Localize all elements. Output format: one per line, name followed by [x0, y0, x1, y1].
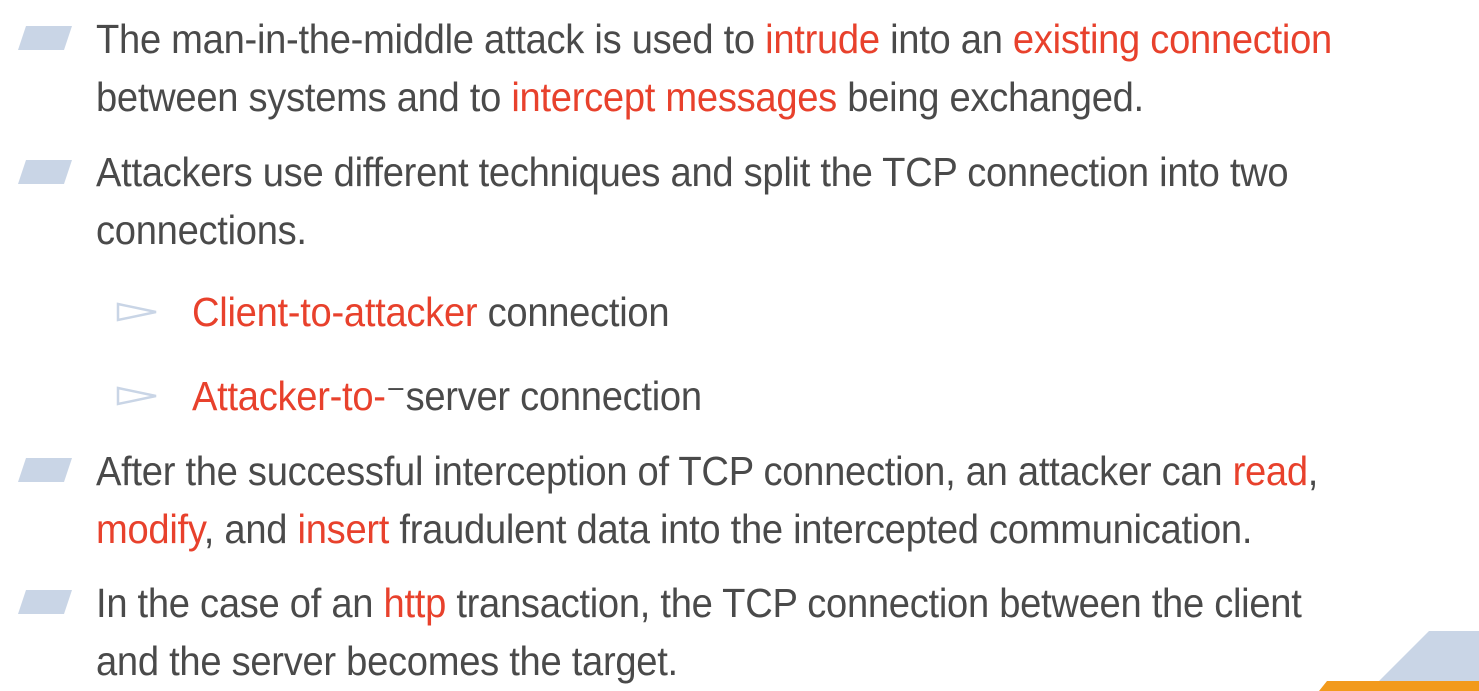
text-run: In the case of an	[96, 580, 384, 626]
slide: The man-in-the-middle attack is used to …	[0, 0, 1479, 691]
bullet-3-text: After the successful interception of TCP…	[96, 442, 1398, 558]
bullet-2-text: Attackers use different techniques and s…	[96, 143, 1398, 259]
parallelogram-bullet-icon	[18, 458, 72, 482]
text-run: Attackers use different techniques and s…	[96, 149, 1289, 195]
text-run: connections.	[96, 207, 307, 253]
sub-item-2-text: Attacker-to-⁻server connection	[192, 367, 702, 425]
highlight-run: intercept messages	[511, 74, 837, 120]
text-run: fraudulent data into the intercepted com…	[389, 506, 1253, 552]
highlight-run: existing connection	[1012, 16, 1332, 62]
bullet-4-line-2: and the server becomes the target.	[96, 632, 1398, 690]
text-run: ⁻server connection	[385, 373, 702, 419]
bullet-3-line-1: After the successful interception of TCP…	[96, 442, 1398, 500]
bullet-3-line-2: modify, and insert fraudulent data into …	[96, 500, 1398, 558]
highlight-run: http	[383, 580, 447, 626]
text-run: connection	[477, 289, 670, 335]
text-run: into an	[879, 16, 1013, 62]
highlight-run: modify	[96, 506, 204, 552]
text-run: between systems and to	[96, 74, 512, 120]
bullet-4-text: In the case of an http transaction, the …	[96, 574, 1398, 690]
bullet-1-line-2: between systems and to intercept message…	[96, 68, 1398, 126]
highlight-run: insert	[297, 506, 390, 552]
bullet-1-text: The man-in-the-middle attack is used to …	[96, 10, 1398, 126]
highlight-run: read	[1232, 448, 1308, 494]
text-run: After the successful interception of TCP…	[96, 448, 1233, 494]
text-run: The man-in-the-middle attack is used to	[96, 16, 766, 62]
bullet-4-line-1: In the case of an http transaction, the …	[96, 574, 1398, 632]
bullet-2-line-1: Attackers use different techniques and s…	[96, 143, 1398, 201]
hollow-arrow-icon	[116, 302, 158, 322]
parallelogram-bullet-icon	[18, 590, 72, 614]
text-run: ,	[1307, 448, 1319, 494]
parallelogram-bullet-icon	[18, 26, 72, 50]
hollow-arrow-icon	[116, 386, 158, 406]
sub-item-1-text: Client-to-attacker connection	[192, 283, 670, 341]
parallelogram-bullet-icon	[18, 160, 72, 184]
text-run: , and	[203, 506, 298, 552]
highlight-run: Attacker-to-	[192, 373, 386, 419]
bullet-2-line-2: connections.	[96, 201, 1398, 259]
text-run: being exchanged.	[836, 74, 1144, 120]
text-run: transaction, the TCP connection between …	[445, 580, 1302, 626]
highlight-run: Client-to-attacker	[192, 289, 478, 335]
text-run: and the server becomes the target.	[96, 638, 678, 684]
highlight-run: intrude	[765, 16, 880, 62]
corner-decoration	[1309, 631, 1479, 691]
bullet-1-line-1: The man-in-the-middle attack is used to …	[96, 10, 1398, 68]
